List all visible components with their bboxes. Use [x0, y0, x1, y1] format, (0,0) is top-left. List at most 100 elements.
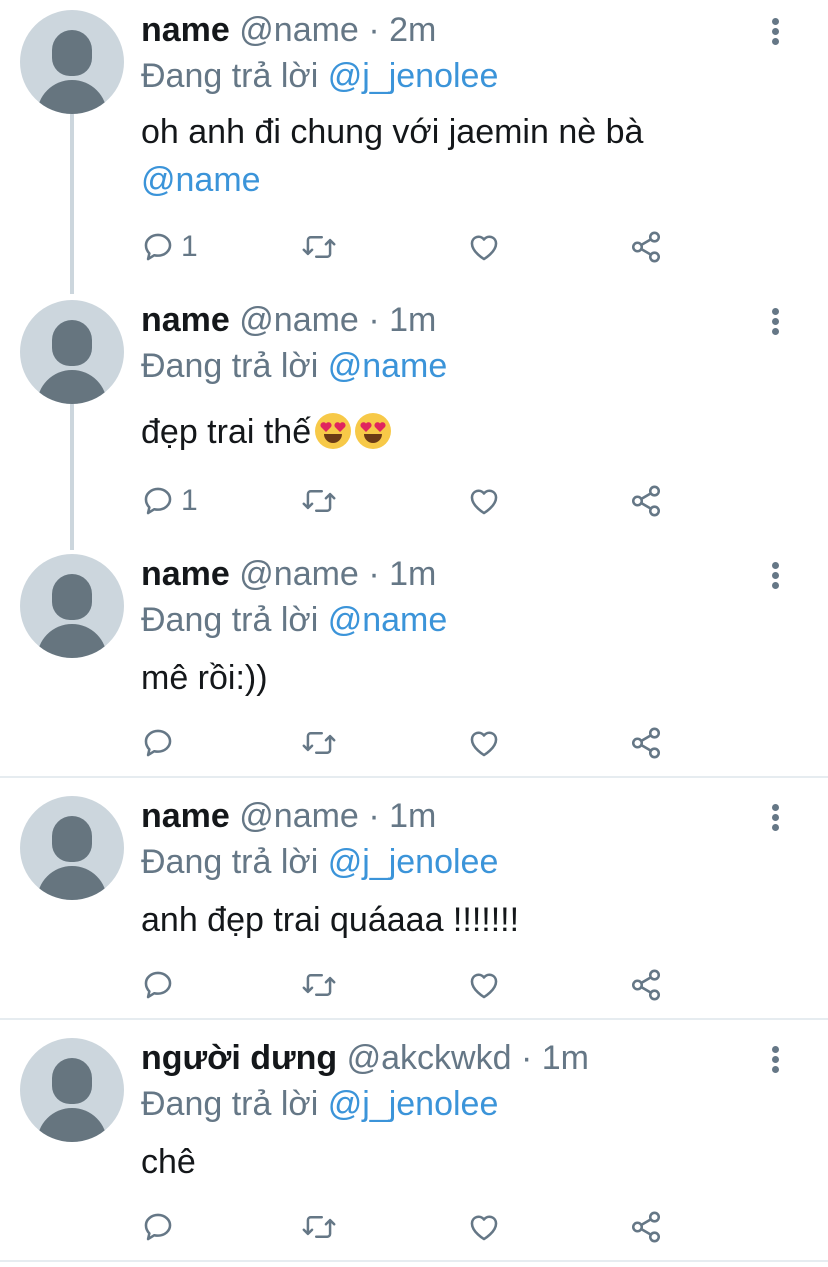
tweet-text-body: đẹp trai thế: [141, 413, 312, 451]
reply-button[interactable]: 1: [141, 227, 198, 267]
reply-button[interactable]: [141, 723, 181, 763]
handle[interactable]: @name: [239, 11, 359, 49]
tweet-header: name @name · 1m: [141, 794, 436, 838]
replying-to: Đang trả lời @name: [141, 598, 447, 642]
replying-prefix: Đang trả lời: [141, 1085, 319, 1123]
share-button[interactable]: [629, 723, 663, 763]
tweet-text-body: chê: [141, 1143, 196, 1181]
avatar[interactable]: [20, 1038, 124, 1142]
more-vertical-icon[interactable]: [768, 562, 782, 592]
share-button[interactable]: [629, 481, 663, 521]
tweet-text-body: anh đẹp trai quáaaa !!!!!!!: [141, 901, 520, 939]
tweet-text-body: oh anh đi chung với jaemin nè bà: [141, 113, 644, 151]
replying-prefix: Đang trả lời: [141, 347, 319, 385]
reply-button[interactable]: [141, 965, 181, 1005]
share-button[interactable]: [629, 1207, 663, 1247]
timestamp[interactable]: 1m: [389, 797, 436, 835]
tweet-4[interactable]: name @name · 1m Đang trả lời @j_jenolee …: [0, 786, 828, 1020]
retweet-button[interactable]: [301, 723, 337, 763]
like-button[interactable]: [467, 1207, 501, 1247]
handle[interactable]: @name: [239, 555, 359, 593]
handle[interactable]: @akckwkd: [347, 1039, 512, 1077]
tweet-header: name @name · 2m: [141, 8, 436, 52]
tweet-text: chê: [141, 1138, 196, 1186]
timestamp[interactable]: 1m: [389, 301, 436, 339]
retweet-button[interactable]: [301, 965, 337, 1005]
tweet-text: mê rồi:)): [141, 654, 268, 702]
tweet-header: name @name · 1m: [141, 552, 436, 596]
share-button[interactable]: [629, 227, 663, 267]
tweet-actions: [141, 723, 701, 763]
more-vertical-icon[interactable]: [768, 1046, 782, 1076]
tweet-actions: 1: [141, 481, 701, 521]
tweet-1[interactable]: name @name · 2m Đang trả lời @j_jenolee …: [0, 0, 828, 294]
timestamp[interactable]: 1m: [542, 1039, 589, 1077]
like-button[interactable]: [467, 227, 501, 267]
display-name[interactable]: name: [141, 555, 230, 593]
share-button[interactable]: [629, 965, 663, 1005]
retweet-button[interactable]: [301, 227, 337, 267]
retweet-button[interactable]: [301, 1207, 337, 1247]
display-name[interactable]: name: [141, 797, 230, 835]
more-vertical-icon[interactable]: [768, 804, 782, 834]
like-button[interactable]: [467, 965, 501, 1005]
timestamp[interactable]: 2m: [389, 11, 436, 49]
replying-to: Đang trả lời @name: [141, 344, 447, 388]
share-icon: [631, 727, 661, 759]
retweet-icon: [302, 974, 336, 996]
replying-to-mention[interactable]: @j_jenolee: [328, 1085, 499, 1123]
like-button[interactable]: [467, 481, 501, 521]
reply-feed: name @name · 2m Đang trả lời @j_jenolee …: [0, 0, 828, 1267]
timestamp[interactable]: 1m: [389, 555, 436, 593]
reply-count: 1: [181, 484, 198, 517]
like-button[interactable]: [467, 723, 501, 763]
heart-eyes-emoji: [315, 413, 352, 449]
text-mention[interactable]: @name: [141, 161, 261, 199]
share-icon: [631, 1211, 661, 1243]
reply-button[interactable]: 1: [141, 481, 198, 521]
tweet-text: đẹp trai thế: [141, 408, 392, 456]
retweet-button[interactable]: [301, 481, 337, 521]
heart-icon: [470, 973, 498, 999]
replying-to-mention[interactable]: @name: [328, 601, 448, 639]
reply-button[interactable]: [141, 1207, 181, 1247]
reply-icon: [144, 729, 172, 757]
avatar[interactable]: [20, 300, 124, 404]
tweet-5[interactable]: người dưng @akckwkd · 1m Đang trả lời @j…: [0, 1028, 828, 1262]
heart-eyes-emoji: [355, 413, 392, 449]
tweet-text: anh đẹp trai quáaaa !!!!!!!: [141, 896, 519, 944]
tweet-3[interactable]: name @name · 1m Đang trả lời @name mê rồ…: [0, 544, 828, 778]
tweet-text-body: mê rồi:)): [141, 659, 268, 697]
handle[interactable]: @name: [239, 797, 359, 835]
reply-icon: [144, 233, 172, 261]
tweet-actions: [141, 965, 701, 1005]
replying-to-mention[interactable]: @name: [328, 347, 448, 385]
display-name[interactable]: name: [141, 11, 230, 49]
avatar[interactable]: [20, 554, 124, 658]
tweet-text: oh anh đi chung với jaemin nè bà @name: [141, 108, 643, 204]
display-name[interactable]: người dưng: [141, 1039, 337, 1077]
tweet-actions: [141, 1207, 701, 1247]
heart-icon: [470, 1215, 498, 1241]
retweet-icon: [302, 732, 336, 754]
avatar[interactable]: [20, 796, 124, 900]
handle[interactable]: @name: [239, 301, 359, 339]
replying-prefix: Đang trả lời: [141, 57, 319, 95]
more-vertical-icon[interactable]: [768, 308, 782, 338]
avatar[interactable]: [20, 10, 124, 114]
replying-to-mention[interactable]: @j_jenolee: [328, 843, 499, 881]
display-name[interactable]: name: [141, 301, 230, 339]
thread-line: [70, 404, 74, 550]
replying-to: Đang trả lời @j_jenolee: [141, 54, 498, 98]
tweet-header: người dưng @akckwkd · 1m: [141, 1036, 589, 1080]
share-icon: [631, 485, 661, 517]
heart-icon: [470, 489, 498, 515]
retweet-icon: [302, 1216, 336, 1238]
tweet-actions: 1: [141, 227, 701, 267]
dot-separator: ·: [520, 1039, 533, 1077]
heart-icon: [470, 235, 498, 261]
more-vertical-icon[interactable]: [768, 18, 782, 48]
replying-to-mention[interactable]: @j_jenolee: [328, 57, 499, 95]
tweet-2[interactable]: name @name · 1m Đang trả lời @name đẹp t…: [0, 290, 828, 550]
share-icon: [631, 969, 661, 1001]
